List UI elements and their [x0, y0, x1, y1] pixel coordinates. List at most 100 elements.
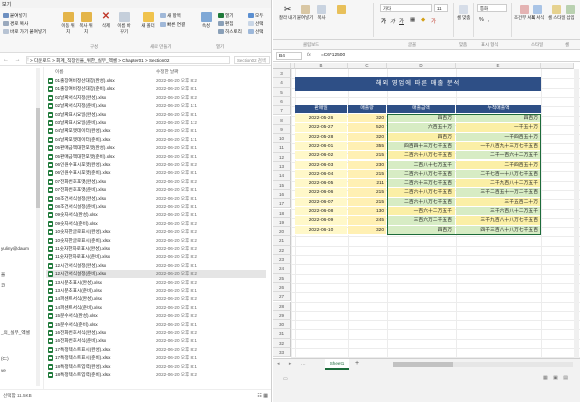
cell-date[interactable]: 2022-06-04 [295, 169, 347, 180]
cell-cumulative[interactable]: 三千二百五十一万二千五百 [456, 188, 541, 198]
nav-item-c-drive[interactable]: (C:) [1, 356, 9, 361]
delete-button[interactable]: ✕ 삭제 [98, 12, 114, 29]
file-row[interactable]: 02날짜서식지정(준비).xlsx 2022-06-20 오후 1:1 [46, 102, 266, 110]
cell-qty[interactable]: 230 [348, 160, 386, 170]
row-header[interactable]: 14 [273, 171, 291, 181]
cell-qty[interactable]: 130 [348, 207, 386, 217]
row-header[interactable]: 21 [273, 236, 291, 246]
cell-date[interactable]: 2022-06-09 [295, 216, 347, 226]
cell-cumulative[interactable]: 一千四百五十万 [456, 132, 541, 142]
cell-amount[interactable]: 四百万 [387, 114, 455, 124]
file-row[interactable]: 11숫자한자로표시(완성).xlsx 2022-06-20 오후 8:2 [46, 245, 266, 253]
file-row[interactable]: 18특정텍스트입력(준비).xlsx 2022-06-20 오후 8:2 [46, 371, 266, 379]
cell-style-button[interactable]: 셀 스타일 [548, 5, 565, 21]
file-row[interactable]: 14퍼센트서식(완성).xlsx 2022-06-20 오후 8:2 [46, 295, 266, 303]
cell-date[interactable]: 2022-06-06 [295, 188, 347, 198]
table-header-qty[interactable]: 매출량 [348, 105, 386, 113]
cell-amount[interactable]: 二百六十八万七千五百 [387, 169, 455, 180]
cell-amount[interactable]: 四百万 [387, 225, 455, 235]
file-row[interactable]: 05판매금액대한포맷(완성).xlsx 2022-06-20 오후 8:1 [46, 144, 266, 152]
nav-pane-scrollbar[interactable] [36, 68, 40, 386]
explorer-view-tab[interactable]: 보기 [2, 1, 11, 8]
row-header[interactable]: 26 [273, 282, 291, 293]
add-sheet-button[interactable]: + [355, 360, 359, 367]
cell-cumulative[interactable]: 二千一百六十二万五千 [456, 151, 541, 161]
font-size-select[interactable]: 11 [434, 4, 448, 12]
cell-date[interactable]: 2022-06-07 [295, 197, 347, 207]
cell-qty[interactable]: 215 [348, 169, 386, 180]
row-header[interactable]: 20 [273, 227, 291, 237]
sheet-nav-arrows-icon[interactable]: ◂ ▸ … [277, 361, 310, 367]
cell-amount[interactable]: 六百五十万 [387, 123, 455, 133]
paste-link-button[interactable]: 바로 가기 붙여넣기 [3, 29, 46, 35]
nav-pane-scroll-thumb[interactable] [36, 108, 40, 208]
cell-date[interactable]: 2022-06-08 [295, 207, 347, 217]
file-row[interactable]: 16전화번호서식(준비).xlsx 2022-06-20 오후 8:1 [46, 337, 266, 345]
file-row[interactable]: 15분수서식(준비).xlsx 2022-06-20 오후 8:1 [46, 321, 266, 329]
file-row[interactable]: 12시간서식설정(준비).xlsx 2022-06-20 오후 8:2 [46, 270, 266, 279]
formula-input[interactable]: =C6*12500 [321, 53, 345, 58]
row-header[interactable]: 27 [273, 292, 291, 302]
fx-icon[interactable]: fx [307, 53, 311, 58]
file-row[interactable]: 01출장여비정산대장(준비).xlsx 2022-06-20 오후 8:1 [46, 85, 266, 93]
file-row[interactable]: 04날짜포맷데이터(완성).xlsx 2022-06-20 오후 8:1 [46, 127, 266, 135]
column-header-date[interactable]: 수정한 날짜 [156, 69, 178, 75]
search-input[interactable]: Section02 검색 [234, 56, 270, 64]
row-header[interactable]: 33 [273, 348, 291, 358]
cell-amount[interactable]: 二百六十三万七千五百 [387, 179, 455, 189]
row-header[interactable]: 30 [273, 320, 291, 330]
cell-qty[interactable]: 320 [348, 114, 386, 124]
nav-item-2[interactable]: 코 [1, 283, 5, 289]
cell-qty[interactable]: 320 [348, 225, 386, 235]
italic-icon[interactable]: 가 [390, 17, 395, 25]
column-header[interactable]: B [295, 63, 348, 69]
view-toggle-icon[interactable]: ☷ ▦ [257, 393, 268, 399]
file-row[interactable]: 15분수서식(완성).xlsx 2022-06-20 오후 8:2 [46, 312, 266, 320]
copy-to-button[interactable]: 복사 위치 [78, 12, 94, 35]
nav-item-drive[interactable]: ve [1, 368, 6, 373]
row-header[interactable]: 18 [273, 208, 291, 218]
row-header[interactable]: 7 [273, 106, 291, 116]
paste-shortcut-button[interactable]: 붙여넣기 [3, 13, 27, 19]
cell-qty[interactable]: 245 [348, 216, 386, 226]
row-header[interactable]: 11 [273, 143, 291, 153]
comma-icon[interactable]: , [488, 17, 490, 23]
copy-button[interactable]: 복사 [317, 5, 326, 21]
row-header[interactable]: 24 [273, 264, 291, 274]
column-header[interactable]: D [387, 63, 456, 69]
file-row[interactable]: 14퍼센트서식(준비).xlsx 2022-06-20 오후 8:1 [46, 304, 266, 312]
file-row[interactable]: 12시간서식설정(완성).xlsx 2022-06-20 오후 8:1 [46, 262, 266, 270]
cell-cumulative[interactable]: 一千八百九十三万七千五百 [456, 141, 541, 152]
cell-date[interactable]: 2022-06-05 [295, 179, 347, 189]
row-header[interactable]: 16 [273, 189, 291, 200]
cell-cumulative[interactable]: 三千五百二十万 [456, 197, 541, 207]
cell-date[interactable]: 2022-05-28 [295, 132, 347, 142]
select-none-button[interactable]: 선택 [248, 21, 263, 27]
cell-qty[interactable]: 520 [348, 123, 386, 133]
table-format-button[interactable]: 표 서식 [531, 5, 544, 21]
row-header[interactable]: 15 [273, 180, 291, 190]
nav-item-excel-folder[interactable]: _의_실무_엑셀 [1, 330, 30, 336]
file-row[interactable]: 06인원수표시포맷(준비).xlsx 2022-06-20 오후 8:1 [46, 169, 266, 177]
new-folder-button[interactable]: 새 폴더 [140, 12, 156, 29]
vertical-scrollbar[interactable] [574, 69, 579, 358]
number-format-select[interactable]: 통화 [477, 4, 507, 12]
row-header[interactable]: 4 [273, 78, 291, 88]
file-row[interactable]: 09숫자서식(완성).xlsx 2022-06-20 오후 8:1 [46, 211, 266, 219]
cell-date[interactable]: 2022-06-01 [295, 141, 347, 152]
cell-amount[interactable]: 二百六十八万七千五百 [387, 197, 455, 207]
file-row[interactable]: 17특정텍스트표시(완성).xlsx 2022-06-20 오후 8:2 [46, 346, 266, 354]
file-row[interactable]: 05판매금액대한포맷(준비).xlsx 2022-06-20 오후 8:1 [46, 153, 266, 161]
file-row[interactable]: 13시분초표시(완성).xlsx 2022-06-20 오후 8:2 [46, 279, 266, 287]
row-header[interactable]: 9 [273, 124, 291, 135]
row-header[interactable]: 3 [273, 69, 291, 79]
row-header[interactable]: 10 [273, 134, 291, 144]
file-row[interactable]: 08조건서식설정(준비).xlsx 2022-06-20 오후 8:1 [46, 203, 266, 211]
move-to-button[interactable]: 이동 위치 [60, 12, 76, 35]
row-header[interactable]: 28 [273, 301, 291, 311]
horizontal-scroll-thumb[interactable] [393, 362, 453, 367]
cell-qty[interactable]: 320 [348, 132, 386, 142]
file-row[interactable]: 07전화번호포맷(준비).xlsx 2022-06-20 오후 8:1 [46, 186, 266, 194]
cell-amount[interactable]: 四百万 [387, 132, 455, 142]
row-header[interactable]: 31 [273, 329, 291, 339]
